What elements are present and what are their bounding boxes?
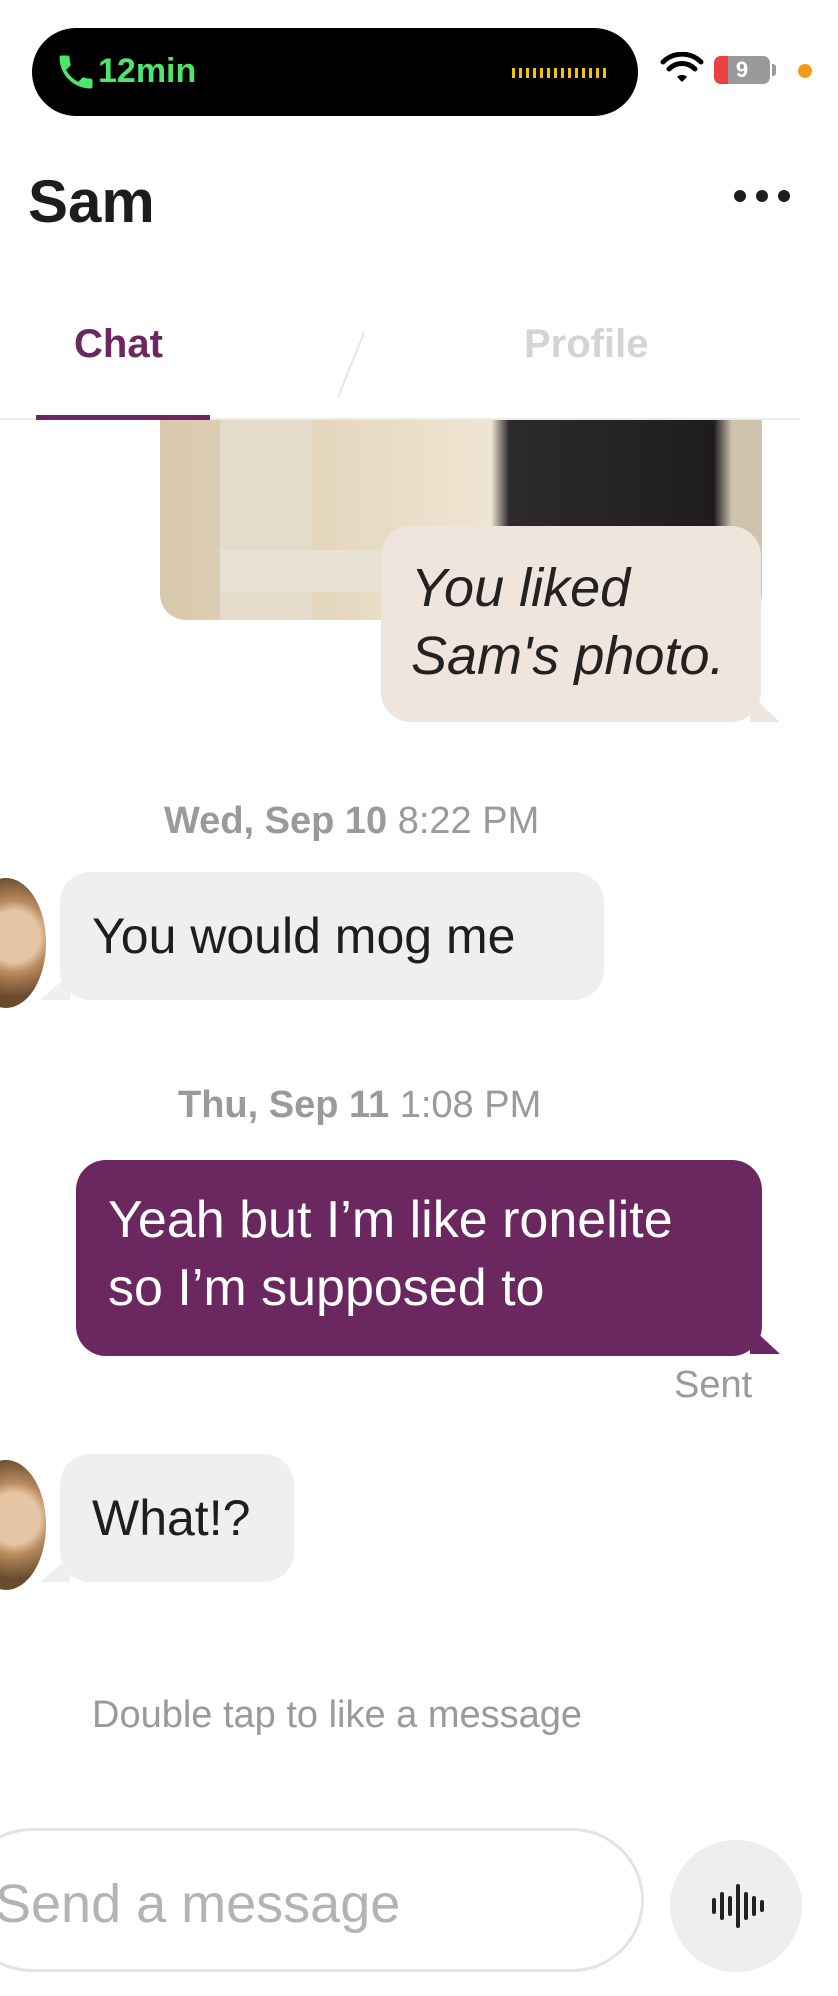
date-time: 1:08 PM — [399, 1084, 542, 1126]
message-input[interactable] — [0, 1861, 597, 1947]
message-composer — [0, 1828, 644, 1972]
page-title: Sam — [28, 168, 155, 235]
voice-message-button[interactable] — [670, 1840, 802, 1972]
privacy-indicator-dot — [798, 64, 812, 78]
date-divider: Thu, Sep 11 1:08 PM — [178, 1080, 541, 1130]
incoming-message[interactable]: What!? — [60, 1454, 294, 1582]
wifi-icon — [660, 52, 704, 82]
date-time: 8:22 PM — [397, 800, 540, 842]
dot-icon — [778, 190, 790, 202]
date-day: Wed, Sep 10 — [164, 800, 388, 842]
call-status-pill[interactable]: 12min — [32, 28, 638, 116]
date-day: Thu, Sep 11 — [178, 1084, 390, 1126]
photo-like-bubble[interactable]: You liked Sam's photo. — [381, 526, 761, 722]
tab-bar: Chat Profile — [0, 300, 800, 420]
date-divider: Wed, Sep 10 8:22 PM — [164, 796, 539, 846]
outgoing-message[interactable]: Yeah but I’m like ronelite so I’m suppos… — [76, 1160, 762, 1356]
incoming-message[interactable]: You would mog me — [60, 872, 604, 1000]
dot-icon — [756, 190, 768, 202]
battery-tip — [772, 64, 776, 76]
more-options-button[interactable] — [734, 182, 794, 210]
bubble-tail — [750, 1326, 780, 1354]
tab-divider — [336, 332, 366, 398]
bubble-tail — [750, 694, 780, 722]
message-status: Sent — [674, 1364, 753, 1406]
bubble-tail — [40, 1556, 70, 1582]
bubble-tail — [40, 974, 70, 1000]
dot-icon — [734, 190, 746, 202]
battery-icon: 9 — [714, 56, 770, 84]
phone-icon — [59, 55, 93, 89]
tab-profile[interactable]: Profile — [524, 314, 648, 374]
audio-waveform-icon — [512, 68, 608, 78]
waveform-icon — [712, 1884, 764, 1928]
tab-chat[interactable]: Chat — [74, 314, 163, 374]
double-tap-hint: Double tap to like a message — [92, 1694, 583, 1736]
battery-level: 9 — [735, 57, 749, 82]
call-timer: 12min — [98, 52, 197, 90]
